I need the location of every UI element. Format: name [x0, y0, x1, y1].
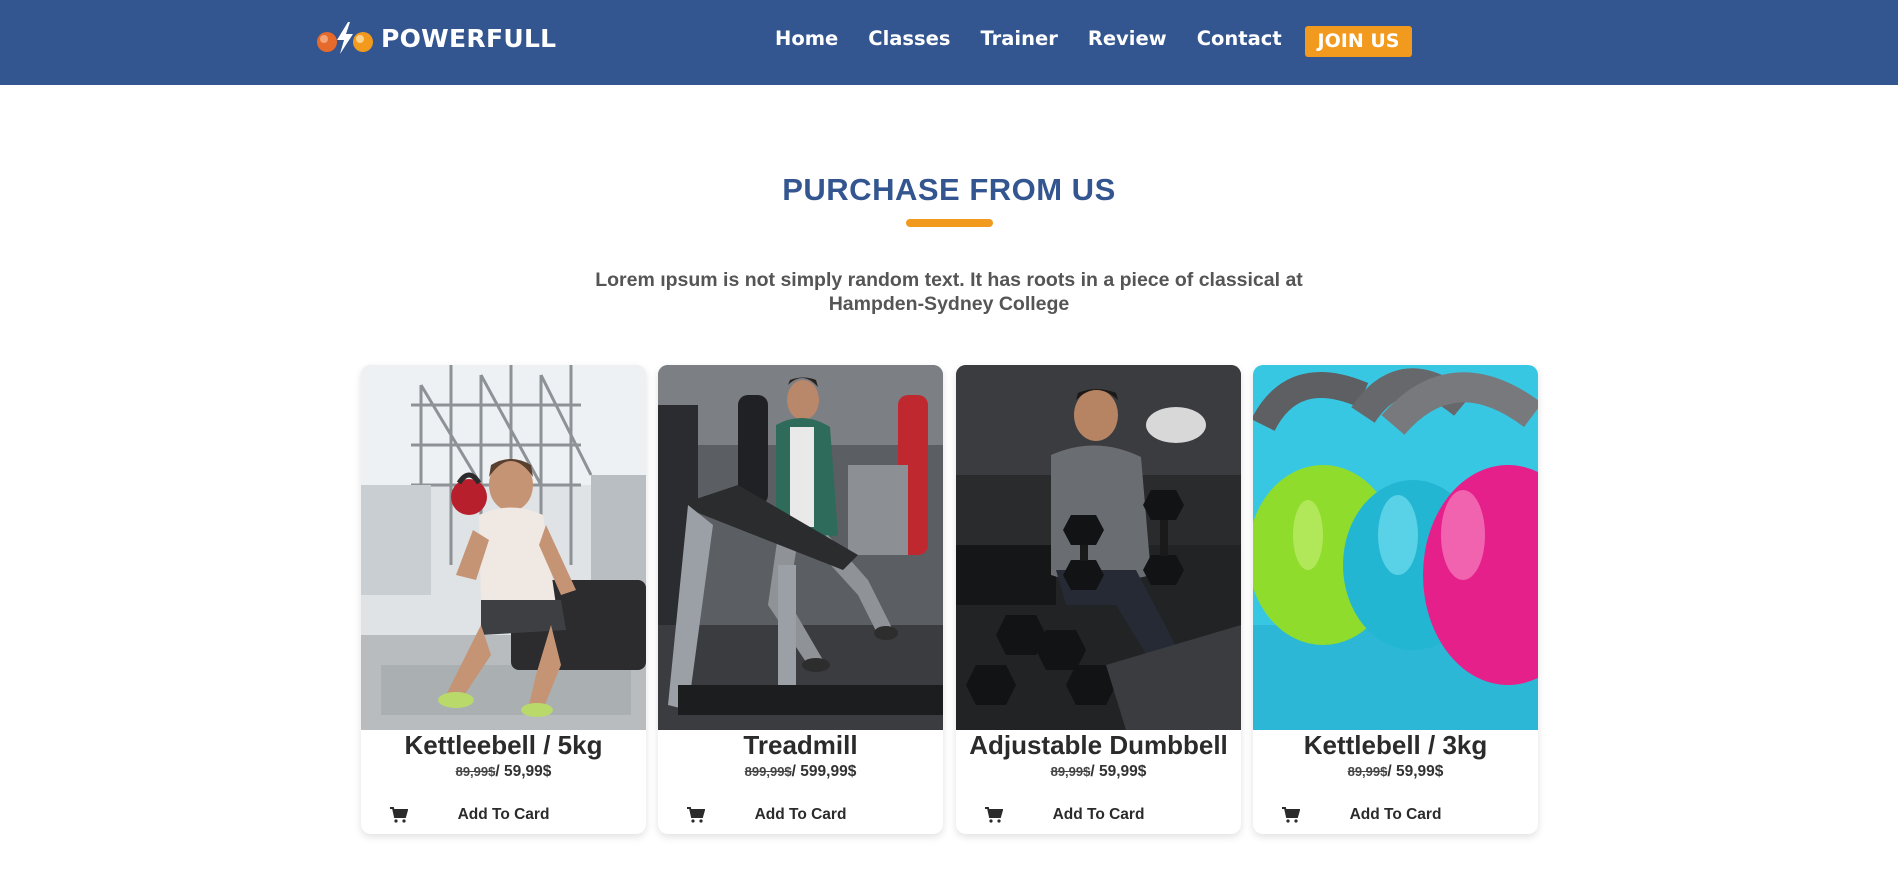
- treadmill-image: [658, 365, 943, 730]
- add-to-cart-label: Add To Card: [1349, 806, 1442, 823]
- current-price: 59,99$: [503, 763, 552, 780]
- product-name: Treadmill: [743, 730, 858, 760]
- nav-review[interactable]: Review: [1088, 27, 1167, 50]
- product-image[interactable]: [658, 365, 943, 730]
- old-price: 899,99$: [744, 764, 792, 779]
- add-to-cart-button[interactable]: Add To Card: [1253, 803, 1538, 827]
- dumbbell-image: [956, 365, 1241, 730]
- add-to-cart-label: Add To Card: [1052, 806, 1145, 823]
- current-price: 59,99$: [1098, 763, 1147, 780]
- nav-trainer[interactable]: Trainer: [980, 27, 1057, 50]
- product-name: Kettleebell / 5kg: [404, 730, 603, 760]
- section-title: PURCHASE FROM US: [782, 172, 1116, 207]
- colorful-kettlebells-image: [1253, 365, 1538, 730]
- navbar: POWERFULL Home Classes Trainer Review Co…: [0, 0, 1898, 85]
- brand-name: POWERFULL: [381, 23, 557, 53]
- add-to-cart-button[interactable]: Add To Card: [658, 803, 943, 827]
- product-card: Kettlebell / 3kg 89,99$/ 59,99$ Add To C…: [1253, 365, 1538, 834]
- logo-icon: [317, 22, 373, 54]
- current-price: 599,99$: [800, 763, 857, 780]
- product-price: 899,99$/ 599,99$: [744, 763, 857, 780]
- product-price: 89,99$/ 59,99$: [455, 763, 552, 780]
- old-price: 89,99$: [1050, 764, 1091, 779]
- brand-logo[interactable]: POWERFULL: [315, 20, 556, 56]
- current-price: 59,99$: [1395, 763, 1444, 780]
- nav-contact[interactable]: Contact: [1197, 27, 1282, 50]
- product-price: 89,99$/ 59,99$: [1347, 763, 1444, 780]
- add-to-cart-button[interactable]: Add To Card: [361, 803, 646, 827]
- main-nav: Home Classes Trainer Review Contact: [775, 27, 1312, 50]
- old-price: 89,99$: [455, 764, 496, 779]
- product-card: Kettleebell / 5kg 89,99$/ 59,99$ Add To …: [361, 365, 646, 834]
- product-image[interactable]: [361, 365, 646, 730]
- old-price: 89,99$: [1347, 764, 1388, 779]
- product-card: Adjustable Dumbbell 89,99$/ 59,99$ Add T…: [956, 365, 1241, 834]
- join-us-button[interactable]: JOIN US: [1305, 26, 1412, 57]
- nav-home[interactable]: Home: [775, 27, 838, 50]
- add-to-cart-button[interactable]: Add To Card: [956, 803, 1241, 827]
- section-description: Lorem ıpsum is not simply random text. I…: [595, 269, 1303, 315]
- product-name: Adjustable Dumbbell: [969, 730, 1228, 760]
- kettlebell-workout-image: [361, 365, 646, 730]
- product-name: Kettlebell / 3kg: [1303, 730, 1488, 760]
- add-to-cart-label: Add To Card: [754, 806, 847, 823]
- title-underline: [906, 219, 993, 227]
- product-price: 89,99$/ 59,99$: [1050, 763, 1147, 780]
- nav-classes[interactable]: Classes: [868, 27, 950, 50]
- product-image[interactable]: [956, 365, 1241, 730]
- product-card: Treadmill 899,99$/ 599,99$ Add To Card: [658, 365, 943, 834]
- add-to-cart-label: Add To Card: [457, 806, 550, 823]
- product-image[interactable]: [1253, 365, 1538, 730]
